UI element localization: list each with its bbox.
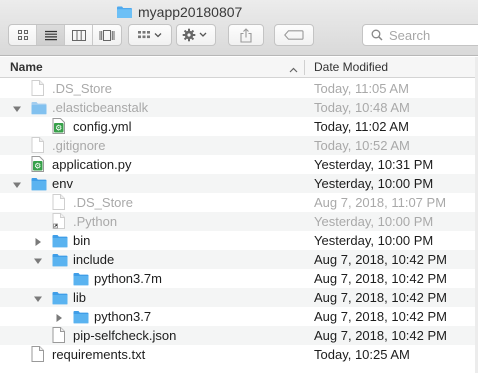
file-date-modified: Today, 10:48 AM <box>314 100 410 115</box>
file-row[interactable]: .Python Yesterday, 10:00 PM <box>0 212 478 231</box>
file-date-modified: Aug 7, 2018, 10:42 PM <box>314 252 447 267</box>
file-name: include <box>73 252 115 267</box>
file-date-modified: Aug 7, 2018, 11:07 PM <box>314 195 447 210</box>
file-date-modified: Aug 7, 2018, 10:42 PM <box>314 309 447 324</box>
edit-tags-button[interactable] <box>274 24 314 46</box>
grid-icon <box>17 30 28 40</box>
column-header-date-modified[interactable]: Date Modified <box>314 60 388 74</box>
gallery-icon <box>99 29 115 41</box>
disclosure-open-icon[interactable] <box>12 178 22 189</box>
file-name: requirements.txt <box>52 347 146 362</box>
window-title: myapp20180807 <box>116 3 242 21</box>
window-toolbar: myapp20180807 <box>0 0 478 56</box>
file-row[interactable]: python3.7m Aug 7, 2018, 10:42 PM <box>0 269 478 288</box>
document-icon <box>31 137 47 154</box>
file-date-modified: Aug 7, 2018, 10:42 PM <box>314 271 447 286</box>
disclosure-open-icon[interactable] <box>33 254 43 265</box>
file-row[interactable]: include Aug 7, 2018, 10:42 PM <box>0 250 478 269</box>
folder-icon <box>116 5 133 19</box>
file-name: python3.7 <box>94 309 152 324</box>
folder-icon <box>52 291 68 308</box>
file-row[interactable]: env Yesterday, 10:00 PM <box>0 174 478 193</box>
file-date-modified: Aug 7, 2018, 10:42 PM <box>314 290 447 305</box>
file-row[interactable]: .elasticbeanstalk Today, 10:48 AM <box>0 98 478 117</box>
file-name: lib <box>73 290 87 305</box>
folder-icon <box>73 310 89 327</box>
file-row[interactable]: ⚙ config.yml Today, 11:02 AM <box>0 117 478 136</box>
file-name: application.py <box>52 157 132 172</box>
disclosure-closed-icon[interactable] <box>33 235 43 246</box>
columns-icon <box>71 29 86 41</box>
column-header-name[interactable]: Name <box>10 60 43 74</box>
script-file-icon: ⚙ <box>31 156 47 173</box>
file-name: .gitignore <box>52 138 106 153</box>
icon-view-button[interactable] <box>9 25 37 45</box>
file-row[interactable]: .DS_Store Aug 7, 2018, 11:07 PM <box>0 193 478 212</box>
folder-icon <box>73 272 89 289</box>
file-date-modified: Yesterday, 10:00 PM <box>314 214 434 229</box>
file-date-modified: Yesterday, 10:00 PM <box>314 233 434 248</box>
folder-icon <box>31 101 47 118</box>
group-by-button[interactable] <box>128 24 172 46</box>
file-name: .elasticbeanstalk <box>52 100 149 115</box>
file-name: python3.7m <box>94 271 162 286</box>
file-row[interactable]: python3.7 Aug 7, 2018, 10:42 PM <box>0 307 478 326</box>
folder-icon <box>31 177 47 194</box>
window-title-text: myapp20180807 <box>138 4 243 20</box>
file-date-modified: Yesterday, 10:31 PM <box>314 157 434 172</box>
svg-text:⚙: ⚙ <box>34 162 41 171</box>
file-row[interactable]: ⚙ application.py Yesterday, 10:31 PM <box>0 155 478 174</box>
search-input[interactable] <box>389 27 459 43</box>
sort-ascending-icon <box>289 61 298 76</box>
document-icon <box>52 327 68 344</box>
file-date-modified: Today, 10:25 AM <box>314 347 410 362</box>
file-name: bin <box>73 233 91 248</box>
tag-icon <box>284 30 304 40</box>
column-view-button[interactable] <box>65 25 93 45</box>
document-icon <box>31 80 47 97</box>
file-row[interactable]: pip-selfcheck.json Aug 7, 2018, 10:42 PM <box>0 326 478 345</box>
folder-icon <box>52 234 68 251</box>
file-row[interactable]: .gitignore Today, 10:52 AM <box>0 136 478 155</box>
group-grid-icon <box>138 31 162 39</box>
file-date-modified: Today, 10:52 AM <box>314 138 410 153</box>
file-name: config.yml <box>73 119 132 134</box>
share-button[interactable] <box>228 24 264 46</box>
gear-icon <box>182 28 207 42</box>
disclosure-open-icon[interactable] <box>33 292 43 303</box>
file-date-modified: Today, 11:05 AM <box>314 81 409 96</box>
file-name: .DS_Store <box>73 195 133 210</box>
file-name: .DS_Store <box>52 81 112 96</box>
file-row[interactable]: requirements.txt Today, 10:25 AM <box>0 345 478 364</box>
column-header-bar: Name Date Modified <box>0 57 478 78</box>
file-date-modified: Today, 11:02 AM <box>314 119 409 134</box>
action-menu-button[interactable] <box>176 24 216 46</box>
script-file-icon: ⚙ <box>52 118 68 135</box>
svg-text:⚙: ⚙ <box>55 124 62 133</box>
gallery-view-button[interactable] <box>93 25 121 45</box>
file-list: .DS_Store Today, 11:05 AM .elasticbeanstal… <box>0 79 478 364</box>
folder-icon <box>52 253 68 270</box>
file-name: .Python <box>73 214 118 229</box>
search-field[interactable] <box>362 24 478 46</box>
alias-file-icon <box>52 213 68 230</box>
document-icon <box>31 346 47 363</box>
search-icon <box>371 29 383 41</box>
list-view-button[interactable] <box>37 25 65 45</box>
file-name: env <box>52 176 73 191</box>
list-icon <box>44 30 57 40</box>
file-row[interactable]: bin Yesterday, 10:00 PM <box>0 231 478 250</box>
view-mode-segmented-control <box>8 24 122 46</box>
share-icon <box>240 27 252 43</box>
file-row[interactable]: .DS_Store Today, 11:05 AM <box>0 79 478 98</box>
file-date-modified: Aug 7, 2018, 10:42 PM <box>314 328 447 343</box>
document-icon <box>52 194 68 211</box>
disclosure-open-icon[interactable] <box>12 102 22 113</box>
file-date-modified: Yesterday, 10:00 PM <box>314 176 434 191</box>
column-divider[interactable] <box>304 60 305 75</box>
disclosure-closed-icon[interactable] <box>54 311 64 322</box>
file-name: pip-selfcheck.json <box>73 328 177 343</box>
file-row[interactable]: lib Aug 7, 2018, 10:42 PM <box>0 288 478 307</box>
